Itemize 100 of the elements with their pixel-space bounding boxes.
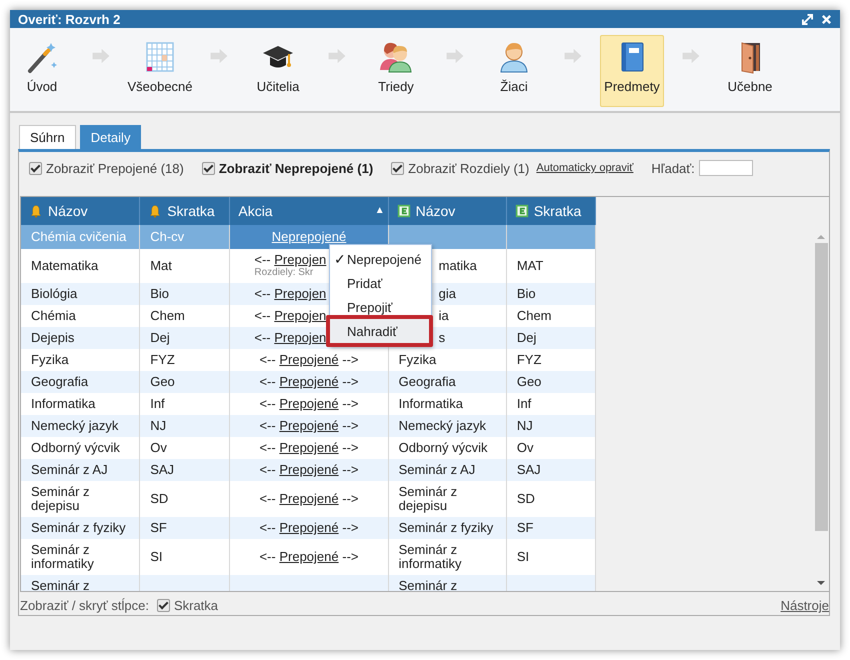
table-cell: Odborný výcvik xyxy=(388,437,506,459)
action-text: <-- Prepojené --> xyxy=(259,549,358,564)
table-cell: SD xyxy=(140,481,230,517)
difference-note: Rozdiely: Skr xyxy=(254,267,314,279)
table-cell: Ch-cv xyxy=(140,225,230,249)
table-cell: Ov xyxy=(506,437,596,459)
search-field[interactable] xyxy=(698,160,753,176)
table-cell[interactable]: Informatika xyxy=(21,393,140,415)
table-cell: SF xyxy=(506,517,596,539)
action-text: <-- Prepojené --> xyxy=(259,418,358,433)
table-cell: Mat xyxy=(140,249,230,283)
table-cell: Bio xyxy=(506,283,596,305)
action-text: <-- Prepojené --> xyxy=(259,440,358,455)
wizard-step[interactable]: Úvod xyxy=(10,35,74,107)
link-status[interactable]: Prepojené xyxy=(279,520,339,535)
action-text: <-- Prepojené --> xyxy=(259,374,358,389)
table-cell: Inf xyxy=(506,393,596,415)
wizard-step[interactable]: Žiaci xyxy=(482,35,546,107)
tab[interactable]: Detaily xyxy=(80,125,142,149)
bell-icon xyxy=(29,204,43,218)
action-text: <-- Prepojené --> xyxy=(259,462,358,477)
table-cell[interactable]: Biológia xyxy=(21,283,140,305)
table-cell: Seminár z fyziky xyxy=(388,517,506,539)
table-cell[interactable]: Seminár z xyxy=(21,575,140,591)
table-cell: Seminár z informatiky xyxy=(388,539,506,575)
table-cell: Geo xyxy=(140,371,230,393)
wizard-step[interactable]: Triedy xyxy=(364,35,428,107)
close-icon[interactable] xyxy=(821,14,832,24)
link-status[interactable]: Prepojené xyxy=(279,352,339,367)
table-cell: SAJ xyxy=(140,459,230,481)
link-status[interactable]: Prepojen xyxy=(274,286,326,301)
column-header[interactable]: Názov xyxy=(388,197,506,225)
table-cell[interactable]: Fyzika xyxy=(21,349,140,371)
table-cell: Geo xyxy=(506,371,596,393)
link-status[interactable]: Prepojené xyxy=(279,374,339,389)
action-text: <-- Prepojené --> xyxy=(259,396,358,411)
action-text: <-- Prepojené --> xyxy=(259,352,358,367)
table-cell: SI xyxy=(506,539,596,575)
column-header[interactable]: Názov xyxy=(21,197,140,225)
table-cell[interactable]: Odborný výcvik xyxy=(21,437,140,459)
expand-icon[interactable] xyxy=(802,14,813,24)
check-mark-icon: ✓ xyxy=(334,251,347,267)
link-status[interactable]: Prepojené xyxy=(279,491,339,506)
table-cell: SF xyxy=(140,517,230,539)
table-cell: Geografia xyxy=(388,371,506,393)
action-text: <-- Prepojené --> xyxy=(259,491,358,506)
wizard-step[interactable]: Všeobecné xyxy=(128,35,192,107)
table-cell: Seminár z AJ xyxy=(388,459,506,481)
table-cell[interactable]: Seminár z AJ xyxy=(21,459,140,481)
checkbox[interactable] xyxy=(202,162,215,174)
columns-label: Zobraziť / skryť stĺpce: xyxy=(20,598,149,613)
link-status[interactable]: Prepojen xyxy=(274,308,326,323)
table-cell[interactable]: Nemecký jazyk xyxy=(21,415,140,437)
letter-badge-icon xyxy=(396,204,411,218)
wizard-step[interactable]: Predmety xyxy=(600,35,664,107)
checkbox[interactable] xyxy=(29,162,42,174)
action-text: <-- Prepojené --> xyxy=(259,520,358,535)
link-status[interactable]: Prepojené xyxy=(279,396,339,411)
checkbox[interactable] xyxy=(156,599,170,612)
auto-fix-link[interactable]: Automaticky opraviť xyxy=(536,162,634,174)
link-status[interactable]: Prepojené xyxy=(279,462,339,477)
wizard-step[interactable]: Učitelia xyxy=(246,35,310,107)
table-cell: Dej xyxy=(506,327,596,349)
table-cell[interactable]: Geografia xyxy=(21,371,140,393)
search-label: Hľadať: xyxy=(651,160,695,176)
table-cell: NJ xyxy=(140,415,230,437)
table-cell: MAT xyxy=(506,249,596,283)
table-cell[interactable]: Seminár z dejepisu xyxy=(21,481,140,517)
table-cell[interactable]: Seminár z fyziky xyxy=(21,517,140,539)
tab[interactable]: Súhrn xyxy=(19,125,76,149)
link-status[interactable]: Prepojené xyxy=(279,440,339,455)
people-icon xyxy=(379,40,413,74)
table-cell[interactable]: Chémia xyxy=(21,305,140,327)
table-cell: FYZ xyxy=(506,349,596,371)
table-cell: SAJ xyxy=(506,459,596,481)
column-header[interactable]: Skratka xyxy=(140,197,230,225)
window-title: Overiť: Rozvrh 2 xyxy=(18,12,120,26)
checkbox-label: Zobraziť Rozdiely (1) xyxy=(408,160,530,176)
table-cell[interactable]: Matematika xyxy=(21,249,140,283)
link-status[interactable]: Prepojen xyxy=(274,330,326,345)
bell-icon xyxy=(148,204,162,218)
table-cell[interactable]: Seminár z informatiky xyxy=(21,539,140,575)
table-cell: SD xyxy=(506,481,596,517)
checkbox[interactable] xyxy=(391,162,404,174)
link-status[interactable]: Prepojené xyxy=(279,549,339,564)
letter-badge-icon xyxy=(514,204,529,218)
sort-arrow-icon[interactable]: ▲ xyxy=(374,205,385,216)
action-text: <-- Prepojen xyxy=(254,308,326,323)
link-status[interactable]: Prepojen xyxy=(274,252,326,267)
link-status[interactable]: Prepojené xyxy=(279,418,339,433)
table-cell: Fyzika xyxy=(388,349,506,371)
menu-item[interactable]: Nahradiť xyxy=(330,319,431,343)
wizard-step[interactable]: Učebne xyxy=(718,35,782,107)
table-cell: Nemecký jazyk xyxy=(388,415,506,437)
table-cell: SI xyxy=(140,539,230,575)
tools-link[interactable]: Nástroje xyxy=(780,598,829,613)
column-header[interactable]: Akcia ▲ xyxy=(230,197,388,225)
column-header[interactable]: Skratka xyxy=(506,197,596,225)
table-cell: Ov xyxy=(140,437,230,459)
table-cell[interactable]: Dejepis xyxy=(21,327,140,349)
